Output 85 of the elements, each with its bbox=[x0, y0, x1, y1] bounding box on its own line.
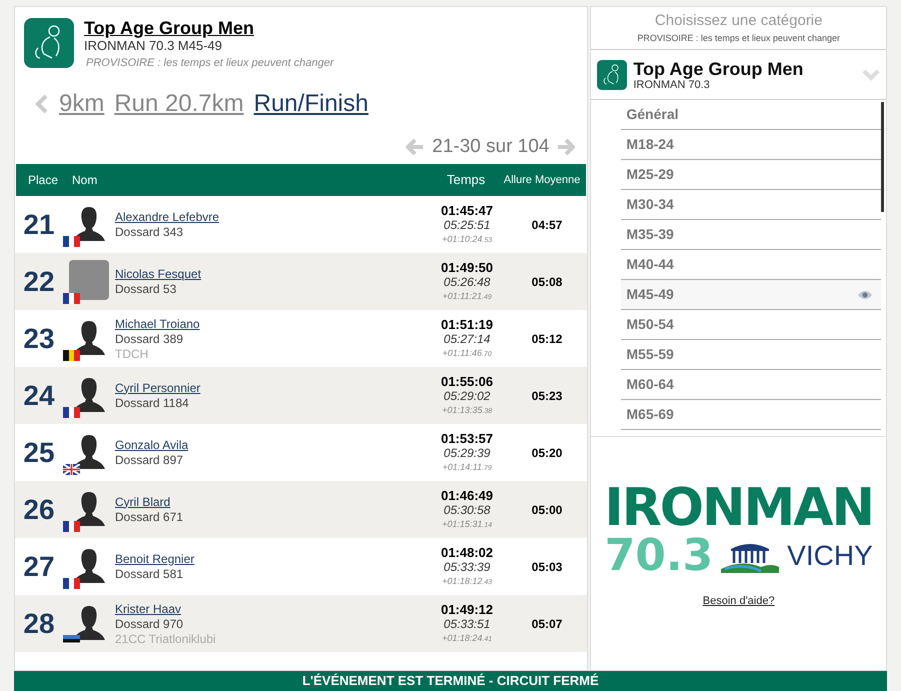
split-time: 01:45:47 bbox=[440, 202, 494, 218]
average-pace: 05:07 bbox=[530, 616, 564, 632]
column-header[interactable]: Place bbox=[16, 171, 70, 189]
place-number: 25 bbox=[22, 436, 56, 470]
split-time: 01:49:50 bbox=[440, 260, 494, 274]
average-pace: 05:12 bbox=[530, 330, 564, 348]
bib-number: Dossard 671 bbox=[115, 510, 184, 524]
page-title[interactable]: Top Age Group Men bbox=[84, 18, 334, 38]
total-time: 05:27:14 bbox=[444, 332, 490, 346]
split-tab[interactable]: 9km bbox=[59, 90, 104, 118]
category-item[interactable]: M55-59 bbox=[621, 340, 881, 370]
place-number: 22 bbox=[22, 264, 56, 298]
athlete-name[interactable]: Michael Troiano bbox=[115, 316, 421, 332]
average-pace: 04:57 bbox=[530, 216, 564, 234]
total-time: 05:33:51 bbox=[444, 616, 490, 632]
split-time: 01:53:57 bbox=[440, 430, 494, 446]
club-name: 21CC Triatloniklubi bbox=[115, 632, 217, 646]
split-tab[interactable]: Run/Finish bbox=[254, 90, 368, 118]
place-number: 28 bbox=[22, 606, 56, 640]
category-item[interactable]: M35-39 bbox=[621, 220, 881, 250]
split-time: 01:55:06 bbox=[440, 374, 494, 388]
category-heading: Choisissez une catégorie bbox=[654, 11, 822, 31]
runner-app-icon bbox=[597, 60, 628, 90]
place-number: 23 bbox=[22, 322, 56, 356]
chevron-left-icon[interactable] bbox=[35, 94, 49, 114]
average-pace: 05:03 bbox=[530, 558, 564, 576]
help-link[interactable]: Besoin d'aide? bbox=[702, 593, 775, 610]
scrollbar[interactable] bbox=[881, 102, 884, 212]
bib-number: Dossard 581 bbox=[115, 566, 184, 582]
column-header[interactable]: Temps bbox=[430, 170, 502, 190]
category-item[interactable]: M50-54 bbox=[621, 310, 881, 340]
runner-app-icon bbox=[24, 18, 74, 68]
total-time: 05:29:02 bbox=[444, 388, 490, 404]
club-name: TDCH bbox=[115, 346, 150, 360]
chevron-down-icon bbox=[862, 68, 880, 80]
category-item[interactable]: M45-49 bbox=[621, 280, 881, 310]
arrow-left-icon[interactable] bbox=[406, 139, 424, 155]
column-header[interactable]: Allure Moyenne bbox=[502, 174, 582, 186]
page-range: 21-30 sur 104 bbox=[432, 134, 550, 159]
athlete-name[interactable]: Gonzalo Avila bbox=[115, 438, 421, 452]
place-number: 24 bbox=[22, 378, 56, 412]
athlete-name[interactable]: Krister Haav bbox=[115, 602, 421, 616]
split-time: 01:49:12 bbox=[440, 602, 494, 616]
column-header[interactable]: Nom bbox=[70, 171, 430, 189]
total-time: 05:25:51 bbox=[444, 218, 490, 232]
category-item[interactable]: M60-64 bbox=[621, 370, 881, 400]
average-pace: 05:08 bbox=[530, 274, 564, 290]
average-pace: 05:20 bbox=[530, 444, 564, 462]
logo-wordmark: IRONMAN bbox=[604, 483, 873, 533]
bib-number: Dossard 1184 bbox=[115, 396, 190, 410]
category-item[interactable]: Général bbox=[621, 100, 881, 130]
total-time: 05:33:39 bbox=[444, 560, 490, 574]
logo-distance: 70.3 bbox=[604, 533, 714, 579]
race-subtitle: IRONMAN 70.3 M45-49 bbox=[84, 38, 223, 54]
total-time: 05:29:39 bbox=[444, 446, 490, 460]
split-time: 01:51:19 bbox=[440, 316, 494, 332]
place-number: 27 bbox=[22, 550, 56, 584]
bib-number: Dossard 53 bbox=[115, 282, 178, 296]
total-time: 05:30:58 bbox=[444, 502, 490, 518]
athlete-name[interactable]: Cyril Blard bbox=[115, 494, 421, 510]
athlete-name[interactable]: Nicolas Fesquet bbox=[115, 266, 421, 282]
category-selector[interactable]: Top Age Group Men IRONMAN 70.3 bbox=[591, 50, 886, 100]
bib-number: Dossard 343 bbox=[115, 224, 184, 240]
bib-number: Dossard 970 bbox=[115, 616, 184, 632]
total-time: 05:26:48 bbox=[444, 274, 490, 290]
split-time: 01:46:49 bbox=[440, 488, 494, 502]
provisional-notice: PROVISOIRE : les temps et lieux peuvent changer bbox=[637, 32, 840, 45]
category-item[interactable]: M30-34 bbox=[621, 190, 881, 220]
average-pace: 05:00 bbox=[530, 502, 564, 518]
status-banner: L'ÉVÉNEMENT EST TERMINÉ - CIRCUIT FERMÉ bbox=[14, 671, 887, 691]
place-number: 26 bbox=[22, 492, 56, 526]
average-pace: 05:23 bbox=[530, 388, 564, 404]
provisional-notice: PROVISOIRE : les temps et lieux peuvent changer bbox=[86, 56, 334, 71]
category-item[interactable]: M65-69 bbox=[621, 400, 881, 430]
eye-icon bbox=[857, 290, 873, 300]
arrow-right-icon[interactable] bbox=[557, 139, 576, 155]
athlete-name[interactable]: Cyril Personnier bbox=[115, 380, 421, 396]
place-number: 21 bbox=[22, 208, 56, 242]
split-time: 01:48:02 bbox=[440, 544, 494, 560]
athlete-name[interactable]: Alexandre Lefebvre bbox=[115, 210, 421, 224]
bib-number: Dossard 389 bbox=[115, 332, 184, 346]
logo-city: VICHY bbox=[787, 541, 873, 571]
bib-number: Dossard 897 bbox=[115, 452, 184, 468]
athlete-name[interactable]: Benoit Regnier bbox=[115, 552, 421, 566]
split-tab[interactable]: Run 20.7km bbox=[114, 90, 244, 118]
